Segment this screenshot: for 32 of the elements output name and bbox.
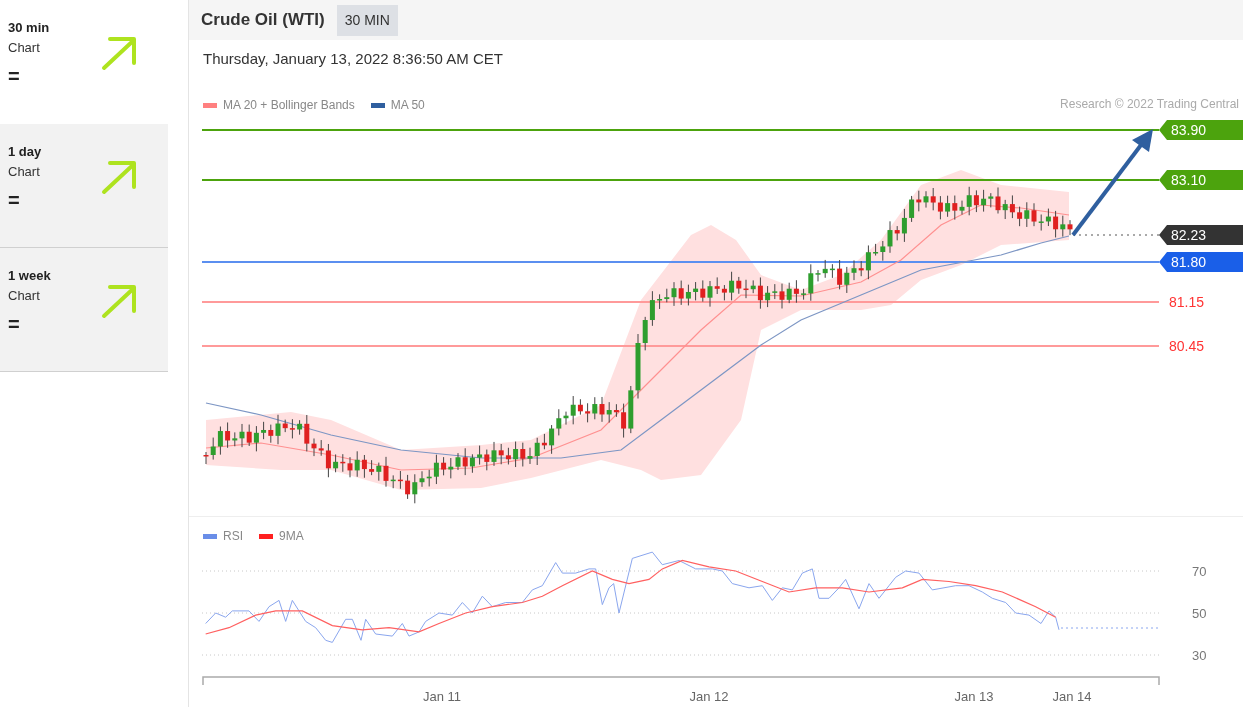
legend-label: MA 50 [390,97,425,114]
chart-label: Chart [8,38,41,57]
price-level-label: 80.45 [1169,336,1205,356]
date-label: Jan 12 [689,688,729,706]
date-label: Jan 11 [422,688,462,706]
date-label: Jan 14 [1052,688,1092,706]
price-level-tag: 82.23 [1159,225,1243,245]
trend-symbol: = [8,312,21,337]
timeframe-title: 30 min [8,19,50,37]
timeframe-title: 1 day [8,143,42,161]
price-level-tag: 83.10 [1159,170,1243,190]
trend-symbol: = [8,64,21,89]
price-level-label: 81.15 [1169,292,1205,312]
date-label: Jan 13 [954,688,994,706]
chart-label: Chart [8,286,41,305]
axis-tick-label: 50 [1192,605,1207,623]
timeframe-badge: 30 MIN [336,4,398,36]
legend-label: 9MA [279,528,304,545]
timestamp: Thursday, January 13, 2022 8:36:50 AM CET [203,50,503,67]
timeframe-title: 1 week [8,267,51,285]
axis-tick-label: 70 [1192,563,1207,581]
timeframe-card[interactable]: 1 week Chart = [0,248,168,372]
price-level-tag: 81.80 [1159,252,1243,272]
legend-label: MA 20 + Bollinger Bands [223,97,355,114]
axis-tick-label: 30 [1192,647,1207,665]
chart-label: Chart [8,162,41,181]
trend-symbol: = [8,188,21,213]
instrument-title: Crude Oil (WTI) [201,9,325,32]
legend-label: RSI [223,528,243,545]
price-level-tag: 83.90 [1159,120,1243,140]
research-credit: Research © 2022 Trading Central [1060,96,1239,113]
timeframe-card[interactable]: 1 day Chart = [0,124,168,248]
